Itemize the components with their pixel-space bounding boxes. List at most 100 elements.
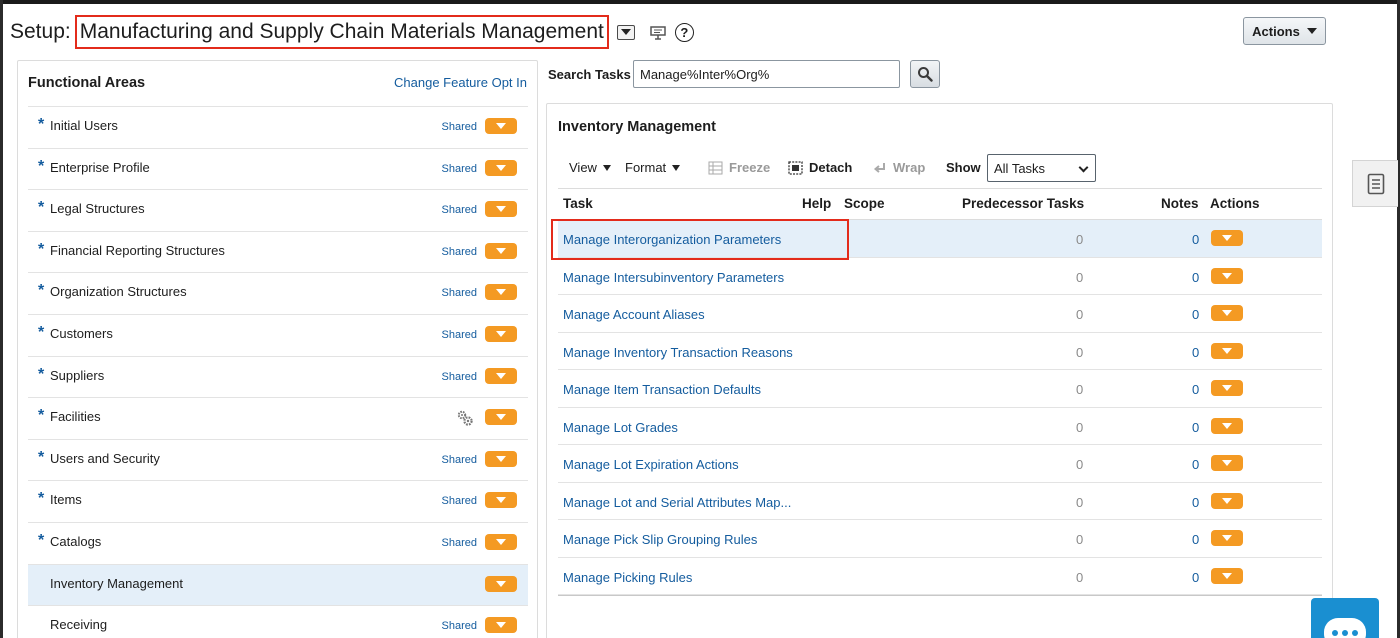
task-link[interactable]: Manage Interorganization Parameters [563, 232, 781, 247]
column-predecessor-tasks[interactable]: Predecessor Tasks [962, 196, 1084, 211]
column-task[interactable]: Task [563, 196, 593, 211]
table-row[interactable]: Manage Item Transaction Defaults 0 0 [558, 370, 1322, 408]
notes-count-link[interactable]: 0 [1192, 570, 1199, 585]
functional-area-row[interactable]: * Legal Structures Shared [28, 190, 528, 232]
functional-area-row[interactable]: * Customers Shared [28, 315, 528, 357]
search-button[interactable] [910, 60, 940, 88]
functional-area-row[interactable]: * Users and Security Shared [28, 440, 528, 482]
functional-area-row[interactable]: Inventory Management [28, 564, 528, 607]
functional-area-actions-button[interactable] [485, 617, 517, 634]
functional-area-row[interactable]: * Catalogs Shared [28, 523, 528, 565]
functional-area-actions-button[interactable] [485, 450, 517, 467]
task-actions-button[interactable] [1211, 567, 1243, 584]
table-row[interactable]: Manage Interorganization Parameters 0 0 [558, 220, 1322, 258]
shared-status[interactable]: Shared [442, 163, 477, 175]
functional-area-actions-button[interactable] [485, 575, 517, 592]
notes-count-link[interactable]: 0 [1192, 345, 1199, 360]
functional-area-row[interactable]: * Suppliers Shared [28, 357, 528, 399]
task-actions-button[interactable] [1211, 417, 1243, 434]
shared-status[interactable]: Shared [442, 537, 477, 549]
functional-area-actions-button[interactable] [485, 533, 517, 550]
functional-area-row[interactable]: * Organization Structures Shared [28, 273, 528, 315]
task-actions-button[interactable] [1211, 380, 1243, 396]
shared-status[interactable]: Shared [442, 454, 477, 466]
task-actions-button[interactable] [1211, 305, 1243, 321]
functional-area-row[interactable]: * Financial Reporting Structures Shared [28, 232, 528, 274]
functional-area-actions-button[interactable] [485, 492, 517, 509]
functional-area-actions-button[interactable] [485, 367, 517, 384]
column-scope[interactable]: Scope [844, 196, 885, 211]
change-feature-opt-in-link[interactable]: Change Feature Opt In [394, 75, 527, 90]
functional-area-row[interactable]: * Initial Users Shared [28, 107, 528, 149]
column-help[interactable]: Help [802, 196, 831, 211]
functional-area-row[interactable]: Receiving Shared [28, 606, 528, 638]
freeze-button[interactable]: Freeze [708, 160, 770, 175]
notes-count-link[interactable]: 0 [1192, 307, 1199, 322]
shared-status[interactable]: Shared [442, 246, 477, 258]
shared-status[interactable]: Shared [442, 287, 477, 299]
functional-area-row[interactable]: * Enterprise Profile Shared [28, 149, 528, 191]
shared-status[interactable]: Shared [442, 495, 477, 507]
task-link[interactable]: Manage Item Transaction Defaults [563, 382, 761, 397]
presentation-icon[interactable] [649, 23, 667, 41]
side-panel-tab[interactable] [1352, 160, 1398, 207]
table-row[interactable]: Manage Lot Expiration Actions 0 0 [558, 445, 1322, 483]
functional-area-actions-button[interactable] [485, 284, 517, 301]
table-row[interactable]: Manage Inventory Transaction Reasons 0 0 [558, 333, 1322, 370]
notes-count-link[interactable]: 0 [1192, 495, 1199, 510]
table-row[interactable]: Manage Intersubinventory Parameters 0 0 [558, 258, 1322, 295]
table-row[interactable]: Manage Account Aliases 0 0 [558, 295, 1322, 333]
shared-status[interactable]: Shared [442, 204, 477, 216]
help-icon[interactable]: ? [674, 22, 694, 42]
view-menu[interactable]: View [569, 160, 611, 175]
functional-area-actions-button[interactable] [485, 201, 517, 218]
task-actions-button[interactable] [1211, 267, 1243, 284]
task-link[interactable]: Manage Intersubinventory Parameters [563, 270, 784, 285]
chevron-down-icon [496, 289, 506, 296]
search-tasks-input[interactable] [633, 60, 900, 88]
notes-count-link[interactable]: 0 [1192, 232, 1199, 247]
task-link[interactable]: Manage Lot and Serial Attributes Map... [563, 495, 791, 510]
detach-button[interactable]: Detach [788, 160, 852, 175]
show-tasks-select[interactable]: All Tasks [987, 154, 1096, 182]
task-link[interactable]: Manage Pick Slip Grouping Rules [563, 532, 757, 547]
shared-status[interactable]: Shared [442, 121, 477, 133]
notes-count-link[interactable]: 0 [1192, 532, 1199, 547]
functional-area-row[interactable]: * Items Shared [28, 481, 528, 523]
task-link[interactable]: Manage Lot Expiration Actions [563, 457, 739, 472]
task-actions-button[interactable] [1211, 342, 1243, 359]
column-notes[interactable]: Notes [1161, 196, 1199, 211]
table-row[interactable]: Manage Lot Grades 0 0 [558, 408, 1322, 445]
table-row[interactable]: Manage Picking Rules 0 0 [558, 558, 1322, 595]
shared-status[interactable]: Shared [442, 620, 477, 632]
notes-count-link[interactable]: 0 [1192, 382, 1199, 397]
shared-status[interactable]: Shared [442, 371, 477, 383]
functional-area-actions-button[interactable] [485, 409, 517, 426]
task-link[interactable]: Manage Account Aliases [563, 307, 705, 322]
task-link[interactable]: Manage Inventory Transaction Reasons [563, 345, 793, 360]
functional-area-actions-button[interactable] [485, 242, 517, 259]
notes-count-link[interactable]: 0 [1192, 420, 1199, 435]
format-menu[interactable]: Format [625, 160, 681, 175]
wrap-button[interactable]: Wrap [873, 160, 925, 175]
gear-icon[interactable] [456, 409, 474, 427]
table-row[interactable]: Manage Lot and Serial Attributes Map... 0… [558, 483, 1322, 520]
notes-count-link[interactable]: 0 [1192, 270, 1199, 285]
functional-area-actions-button[interactable] [485, 325, 517, 342]
shared-status[interactable]: Shared [442, 329, 477, 341]
task-actions-button[interactable] [1211, 455, 1243, 471]
task-link[interactable]: Manage Lot Grades [563, 420, 678, 435]
task-link[interactable]: Manage Picking Rules [563, 570, 692, 585]
column-actions[interactable]: Actions [1210, 196, 1260, 211]
task-actions-button[interactable] [1211, 492, 1243, 509]
notes-count-link[interactable]: 0 [1192, 457, 1199, 472]
table-row[interactable]: Manage Pick Slip Grouping Rules 0 0 [558, 520, 1322, 558]
actions-menu-button[interactable]: Actions [1243, 17, 1326, 45]
functional-area-row[interactable]: * Facilities [28, 398, 528, 440]
task-actions-button[interactable] [1211, 530, 1243, 546]
functional-area-actions-button[interactable] [485, 118, 517, 134]
offering-dropdown-button[interactable] [616, 24, 635, 40]
functional-area-actions-button[interactable] [485, 159, 517, 176]
chat-assistant-button[interactable] [1311, 598, 1379, 638]
task-actions-button[interactable] [1211, 230, 1243, 246]
